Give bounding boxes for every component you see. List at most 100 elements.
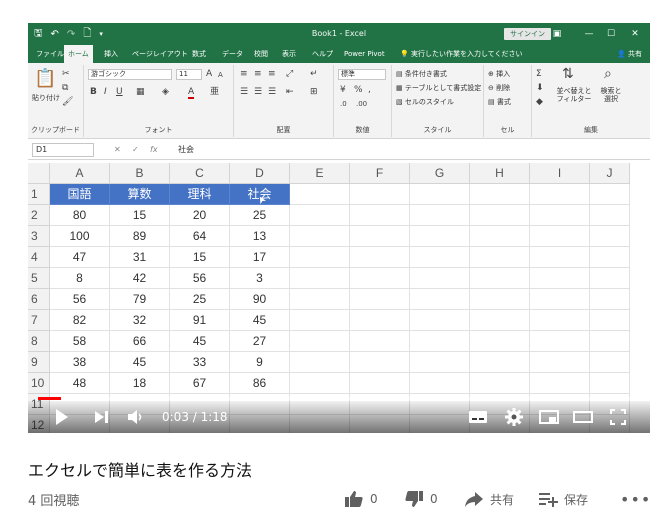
cell[interactable]: 48 [50,373,110,394]
font-size-select[interactable]: 11 [176,69,202,80]
cell[interactable]: 89 [110,226,170,247]
align-top-icon[interactable]: ≡ [240,69,248,79]
cell[interactable]: 27 [230,331,290,352]
cell[interactable] [530,352,590,373]
cell[interactable] [470,226,530,247]
miniplayer-button[interactable] [538,407,560,427]
bold-icon[interactable]: B [90,87,97,97]
cell[interactable] [530,289,590,310]
cell[interactable] [350,310,410,331]
column-header[interactable]: D [230,163,290,184]
grow-font-icon[interactable]: A [206,69,212,79]
row-header[interactable]: 7 [28,310,50,331]
cell[interactable] [530,373,590,394]
cell[interactable] [290,289,350,310]
paste-icon[interactable]: 📋 [34,69,56,89]
cell[interactable] [410,247,470,268]
cell[interactable]: 56 [170,268,230,289]
next-button[interactable] [94,407,110,427]
cell[interactable]: 80 [50,205,110,226]
cell[interactable]: 45 [170,331,230,352]
signin-button[interactable]: サインイン [504,28,551,40]
column-header[interactable]: J [590,163,630,184]
row-header[interactable]: 5 [28,268,50,289]
cell[interactable]: 13 [230,226,290,247]
align-middle-icon[interactable]: ≡ [254,69,262,79]
cell[interactable]: 31 [110,247,170,268]
cell[interactable]: 58 [50,331,110,352]
volume-button[interactable] [126,407,146,427]
cell[interactable] [470,184,530,205]
ribbon-display-icon[interactable]: ▣ [548,23,566,45]
cell[interactable]: 79 [110,289,170,310]
cell[interactable] [410,184,470,205]
cell[interactable]: 86 [230,373,290,394]
row-header[interactable]: 3 [28,226,50,247]
align-right-icon[interactable]: ☰ [268,87,276,97]
cell[interactable] [410,331,470,352]
cell[interactable] [350,184,410,205]
theater-mode-button[interactable] [572,407,594,427]
italic-icon[interactable]: I [104,87,107,97]
cell[interactable] [290,205,350,226]
cell[interactable] [590,310,630,331]
align-bottom-icon[interactable]: ≡ [268,69,276,79]
cell[interactable] [470,310,530,331]
copy-icon[interactable]: ⧉ [62,83,68,93]
cancel-icon[interactable]: ✕ [114,143,121,157]
comma-icon[interactable]: , [368,85,371,95]
cell[interactable] [530,310,590,331]
cell[interactable] [350,247,410,268]
cell[interactable] [290,331,350,352]
tab-page-layout[interactable]: ページレイアウト [128,45,192,63]
cell[interactable] [410,373,470,394]
cell[interactable]: 20 [170,205,230,226]
cell[interactable]: 45 [230,310,290,331]
row-header[interactable]: 6 [28,289,50,310]
save-button[interactable]: 保存 [538,490,588,508]
cell[interactable]: 38 [50,352,110,373]
cell[interactable] [470,289,530,310]
font-name-select[interactable]: 游ゴシック [88,69,172,80]
cell[interactable] [530,226,590,247]
column-header[interactable]: E [290,163,350,184]
cell[interactable] [290,226,350,247]
phonetic-icon[interactable]: 亜 [210,87,219,97]
column-header[interactable]: H [470,163,530,184]
cell[interactable]: 25 [170,289,230,310]
tell-me-search[interactable]: 💡 実行したい作業を入力してください [396,45,527,63]
cell[interactable]: 90 [230,289,290,310]
sort-filter-label[interactable]: 並べ替えと フィルター [554,87,594,103]
progress-bar[interactable] [38,397,640,400]
function-icon[interactable]: fx [150,143,158,157]
row-header[interactable]: 9 [28,352,50,373]
enter-icon[interactable]: ✓ [132,143,139,157]
row-header[interactable]: 8 [28,331,50,352]
merge-center-icon[interactable]: ⊞ [310,87,318,97]
fill-icon[interactable]: ⬇ [536,83,544,93]
cell[interactable]: 47 [50,247,110,268]
cell[interactable] [410,310,470,331]
tab-help[interactable]: ヘルプ [308,45,337,63]
wrap-text-icon[interactable]: ↵ [310,69,318,79]
cell[interactable] [410,268,470,289]
cell[interactable] [590,331,630,352]
share-video-button[interactable]: 共有 [464,490,514,508]
cell[interactable]: 45 [110,352,170,373]
currency-icon[interactable]: ¥ [340,85,346,95]
underline-icon[interactable]: U [116,87,123,97]
cell[interactable] [530,331,590,352]
format-as-table-button[interactable]: ▦ テーブルとして書式設定 [396,83,481,93]
tab-view[interactable]: 表示 [278,45,300,63]
number-format-select[interactable]: 標準 [338,69,386,80]
select-all-corner[interactable] [28,163,50,184]
cell[interactable] [290,184,350,205]
cell[interactable] [290,352,350,373]
cell[interactable]: 56 [50,289,110,310]
cell[interactable] [350,352,410,373]
formula-input[interactable]: 社会 [178,143,194,157]
cell[interactable] [590,373,630,394]
cell[interactable] [350,289,410,310]
cut-icon[interactable]: ✂ [62,69,70,79]
cell[interactable] [290,373,350,394]
